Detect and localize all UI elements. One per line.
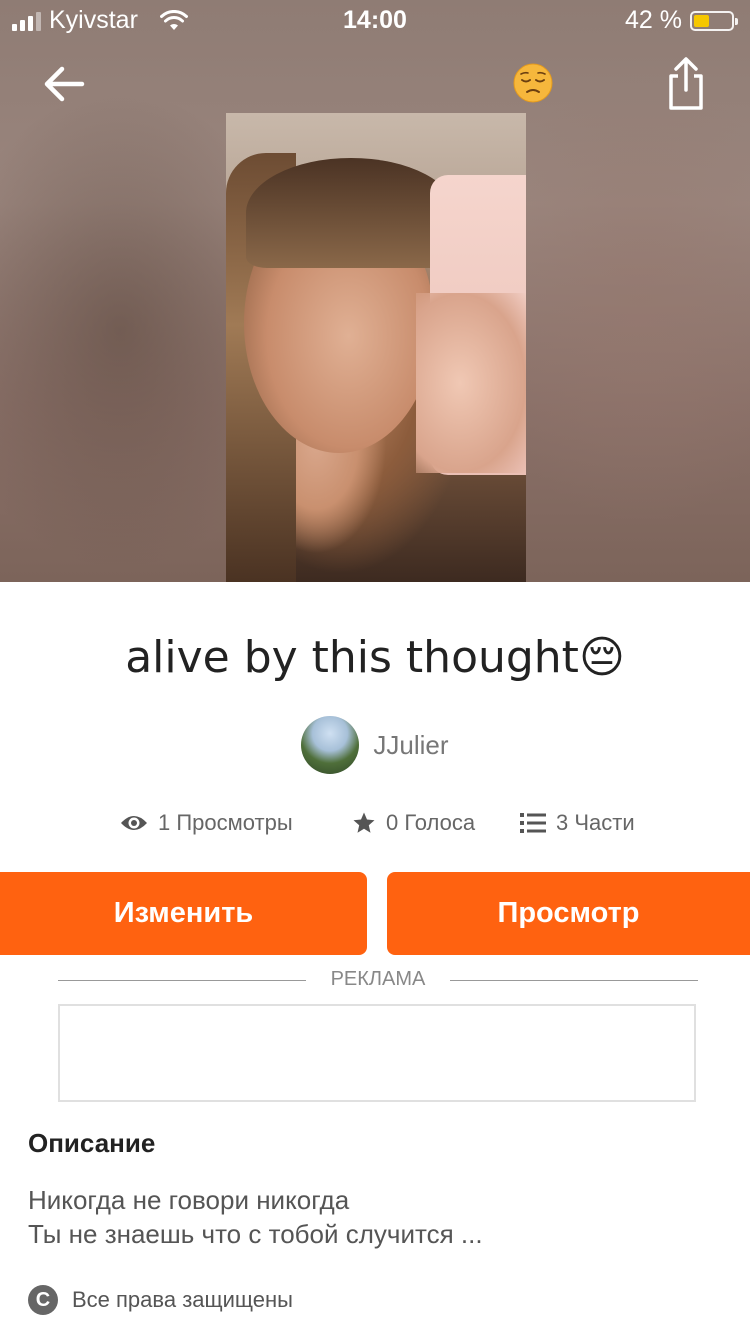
description-heading: Описание <box>28 1128 156 1158</box>
share-icon[interactable] <box>664 56 708 112</box>
copyright-row: C Все права защищены <box>28 1285 293 1315</box>
status-bar: Kyivstar 14:00 42 % <box>0 0 750 40</box>
battery-icon <box>690 10 738 31</box>
story-cover-image <box>226 113 526 582</box>
battery-percent: 42 % <box>625 6 682 34</box>
votes-count: 0 Голоса <box>386 810 476 835</box>
views-stat: 1 Просмотры <box>120 810 293 836</box>
description-line: Никогда не говори никогда <box>28 1185 350 1215</box>
back-arrow-icon[interactable] <box>40 60 88 108</box>
copyright-icon: C <box>28 1285 58 1315</box>
story-title: alive by this thought😔 <box>125 632 625 683</box>
parts-count: 3 Части <box>556 810 635 835</box>
copyright-text: Все права защищены <box>72 1287 293 1312</box>
list-icon <box>520 813 546 833</box>
parts-stat: 3 Части <box>520 810 635 836</box>
story-stats: 1 Просмотры 0 Голоса 3 Части <box>0 810 750 840</box>
cover-header: Kyivstar 14:00 42 % <box>0 0 750 582</box>
eye-icon <box>121 816 147 830</box>
ad-banner[interactable] <box>58 1004 696 1102</box>
votes-stat: 0 Голоса <box>352 810 475 836</box>
divider <box>450 980 698 981</box>
author-name[interactable]: JJulier <box>373 730 448 761</box>
avatar[interactable] <box>301 716 360 774</box>
star-icon <box>353 812 375 833</box>
battery-fill <box>694 14 709 27</box>
pensive-face-icon <box>513 63 553 103</box>
author-row[interactable]: JJulier <box>0 716 750 774</box>
read-button[interactable]: Просмотр <box>387 872 750 955</box>
ad-label-row: РЕКЛАМА <box>58 968 698 992</box>
views-count: 1 Просмотры <box>158 810 293 835</box>
edit-button[interactable]: Изменить <box>0 872 367 955</box>
description-line: Ты не знаешь что с тобой случится ... <box>28 1219 483 1249</box>
